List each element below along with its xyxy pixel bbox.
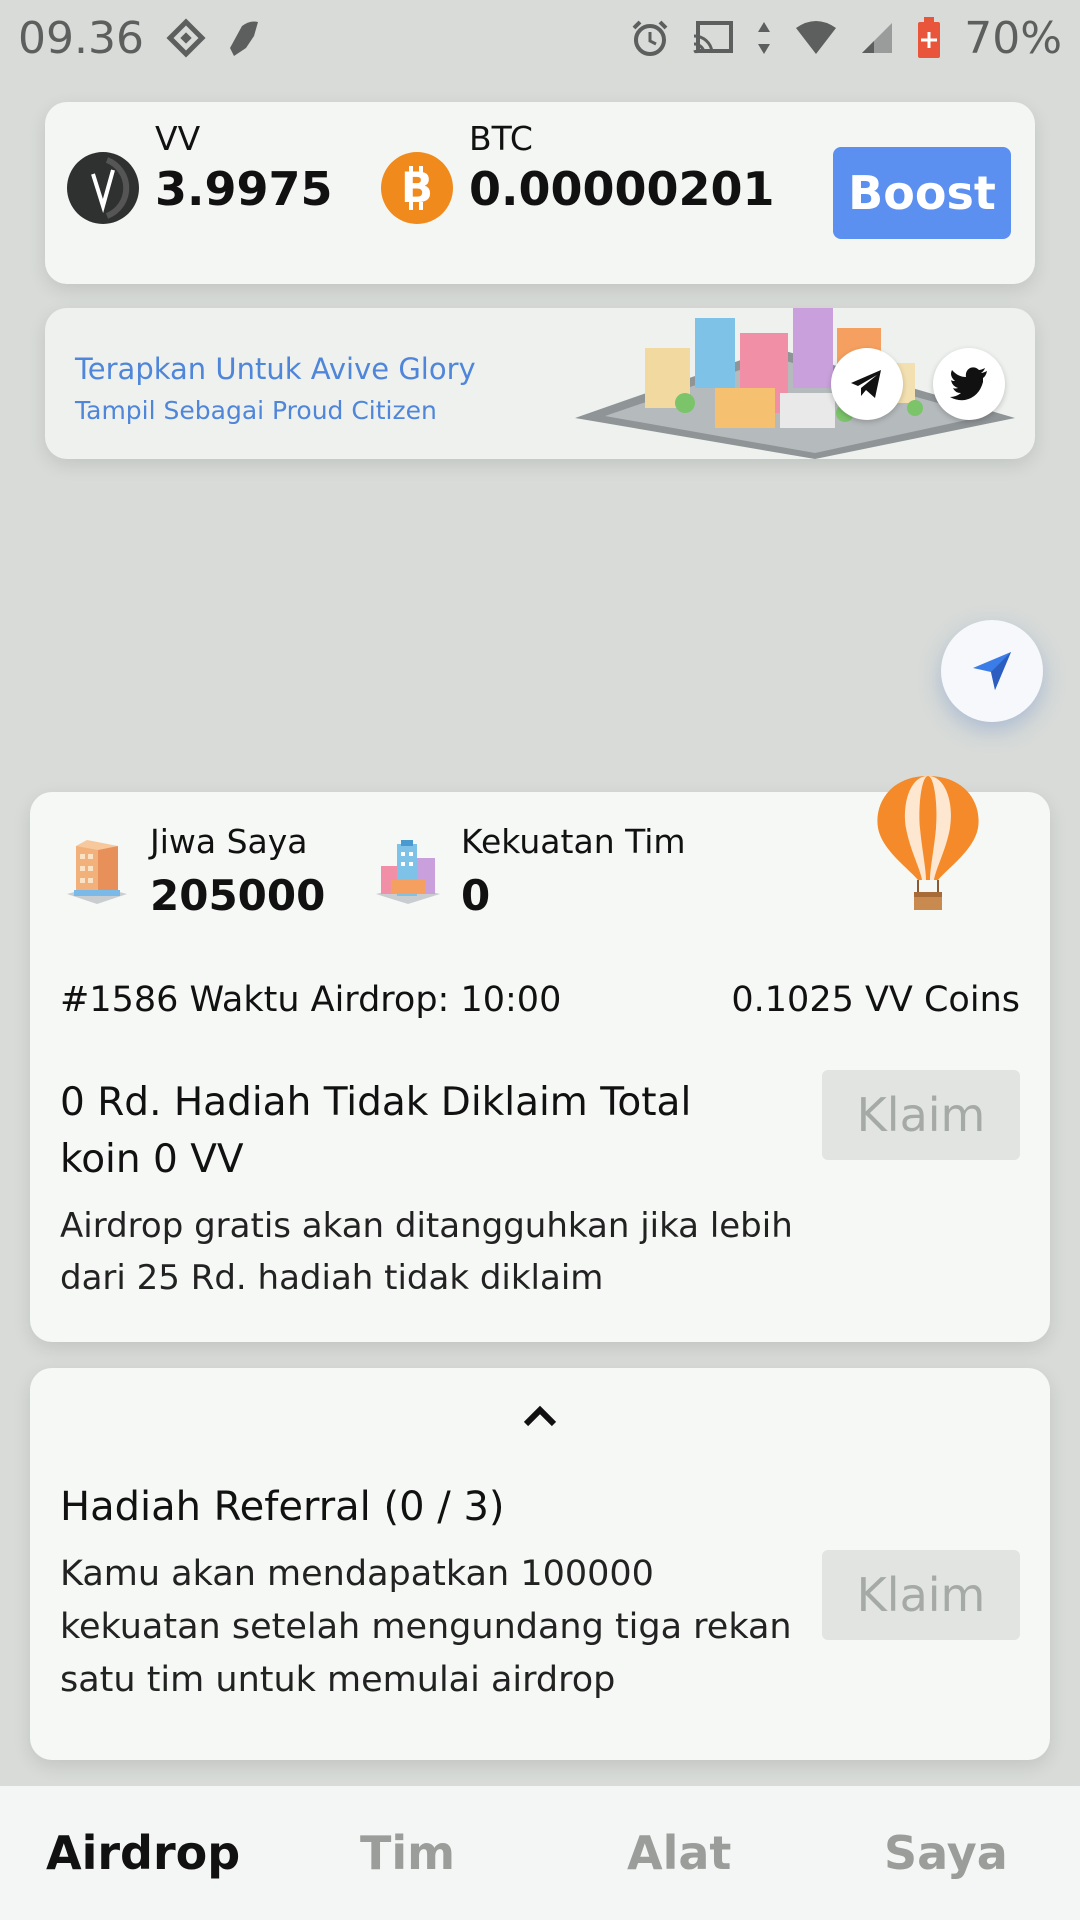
bitcoin-icon: B xyxy=(381,152,453,224)
avive-glory-banner[interactable]: Terapkan Untuk Avive Glory Tampil Sebaga… xyxy=(45,308,1035,459)
jiwa-saya-value: 205000 xyxy=(150,871,326,920)
airdrop-round-info: #1586 Waktu Airdrop: 10:00 xyxy=(60,980,562,1020)
navigation-arrow-icon xyxy=(973,652,1011,690)
btc-value: 0.00000201 xyxy=(469,161,775,216)
nav-saya[interactable]: Saya xyxy=(884,1826,1008,1880)
binance-icon xyxy=(166,18,206,58)
chevron-up-icon[interactable] xyxy=(520,1400,560,1430)
twitter-icon[interactable] xyxy=(933,348,1005,420)
shoe-icon xyxy=(228,18,264,58)
referral-description: Kamu akan mendapatkan 100000 kekuatan se… xyxy=(60,1554,792,1700)
balance-card: VV 3.9975 B BTC 0.00000201 Boost xyxy=(45,102,1035,284)
referral-title: Hadiah Referral (0 / 3) xyxy=(60,1484,505,1530)
nav-tim[interactable]: Tim xyxy=(360,1826,455,1880)
banner-title: Terapkan Untuk Avive Glory xyxy=(75,352,476,386)
referral-card: Hadiah Referral (0 / 3) Kamu akan mendap… xyxy=(30,1368,1050,1760)
battery-percent: 70% xyxy=(964,12,1062,64)
vv-value: 3.9975 xyxy=(155,161,333,216)
data-arrows-icon xyxy=(756,20,772,56)
claim-referral-button[interactable]: Klaim xyxy=(822,1550,1020,1640)
building-icon xyxy=(67,840,127,904)
wifi-icon xyxy=(794,20,838,56)
hot-air-balloon-icon xyxy=(877,776,979,910)
svg-text:B: B xyxy=(401,163,433,212)
banner-subtitle: Tampil Sebagai Proud Citizen xyxy=(75,396,437,425)
vv-coin-icon xyxy=(67,152,139,224)
airdrop-coin-amount: 0.1025 VV Coins xyxy=(731,980,1020,1020)
boost-button[interactable]: Boost xyxy=(833,147,1011,239)
nav-alat[interactable]: Alat xyxy=(627,1826,731,1880)
unclaimed-rewards-text: 0 Rd. Hadiah Tidak Diklaim Total koin 0 … xyxy=(60,1080,692,1182)
navigate-button[interactable] xyxy=(941,620,1043,722)
jiwa-saya-label: Jiwa Saya xyxy=(150,822,308,861)
telegram-icon[interactable] xyxy=(831,348,903,420)
kekuatan-tim-stat: Kekuatan Tim 0 xyxy=(373,822,686,920)
kekuatan-tim-value: 0 xyxy=(461,871,491,920)
vv-label: VV xyxy=(155,118,201,158)
claim-airdrop-button[interactable]: Klaim xyxy=(822,1070,1020,1160)
jiwa-saya-stat: Jiwa Saya 205000 xyxy=(62,822,325,920)
status-time: 09.36 xyxy=(18,12,144,64)
vv-balance: VV 3.9975 xyxy=(67,119,333,224)
airdrop-suspension-note: Airdrop gratis akan ditangguhkan jika le… xyxy=(60,1206,793,1298)
battery-icon xyxy=(916,16,942,60)
kekuatan-tim-label: Kekuatan Tim xyxy=(461,822,686,861)
btc-label: BTC xyxy=(469,118,533,158)
team-buildings-icon xyxy=(376,840,440,904)
nav-airdrop[interactable]: Airdrop xyxy=(46,1826,240,1880)
cast-icon xyxy=(692,20,734,56)
alarm-icon xyxy=(630,18,670,58)
airdrop-card: Jiwa Saya 205000 Kekuatan Tim 0 #1586 Wa… xyxy=(30,776,1050,1342)
btc-balance: B BTC 0.00000201 xyxy=(381,119,775,224)
bottom-nav: Airdrop Tim Alat Saya xyxy=(0,1786,1080,1920)
signal-icon xyxy=(860,21,894,55)
status-bar: 09.36 70% xyxy=(0,0,1080,76)
